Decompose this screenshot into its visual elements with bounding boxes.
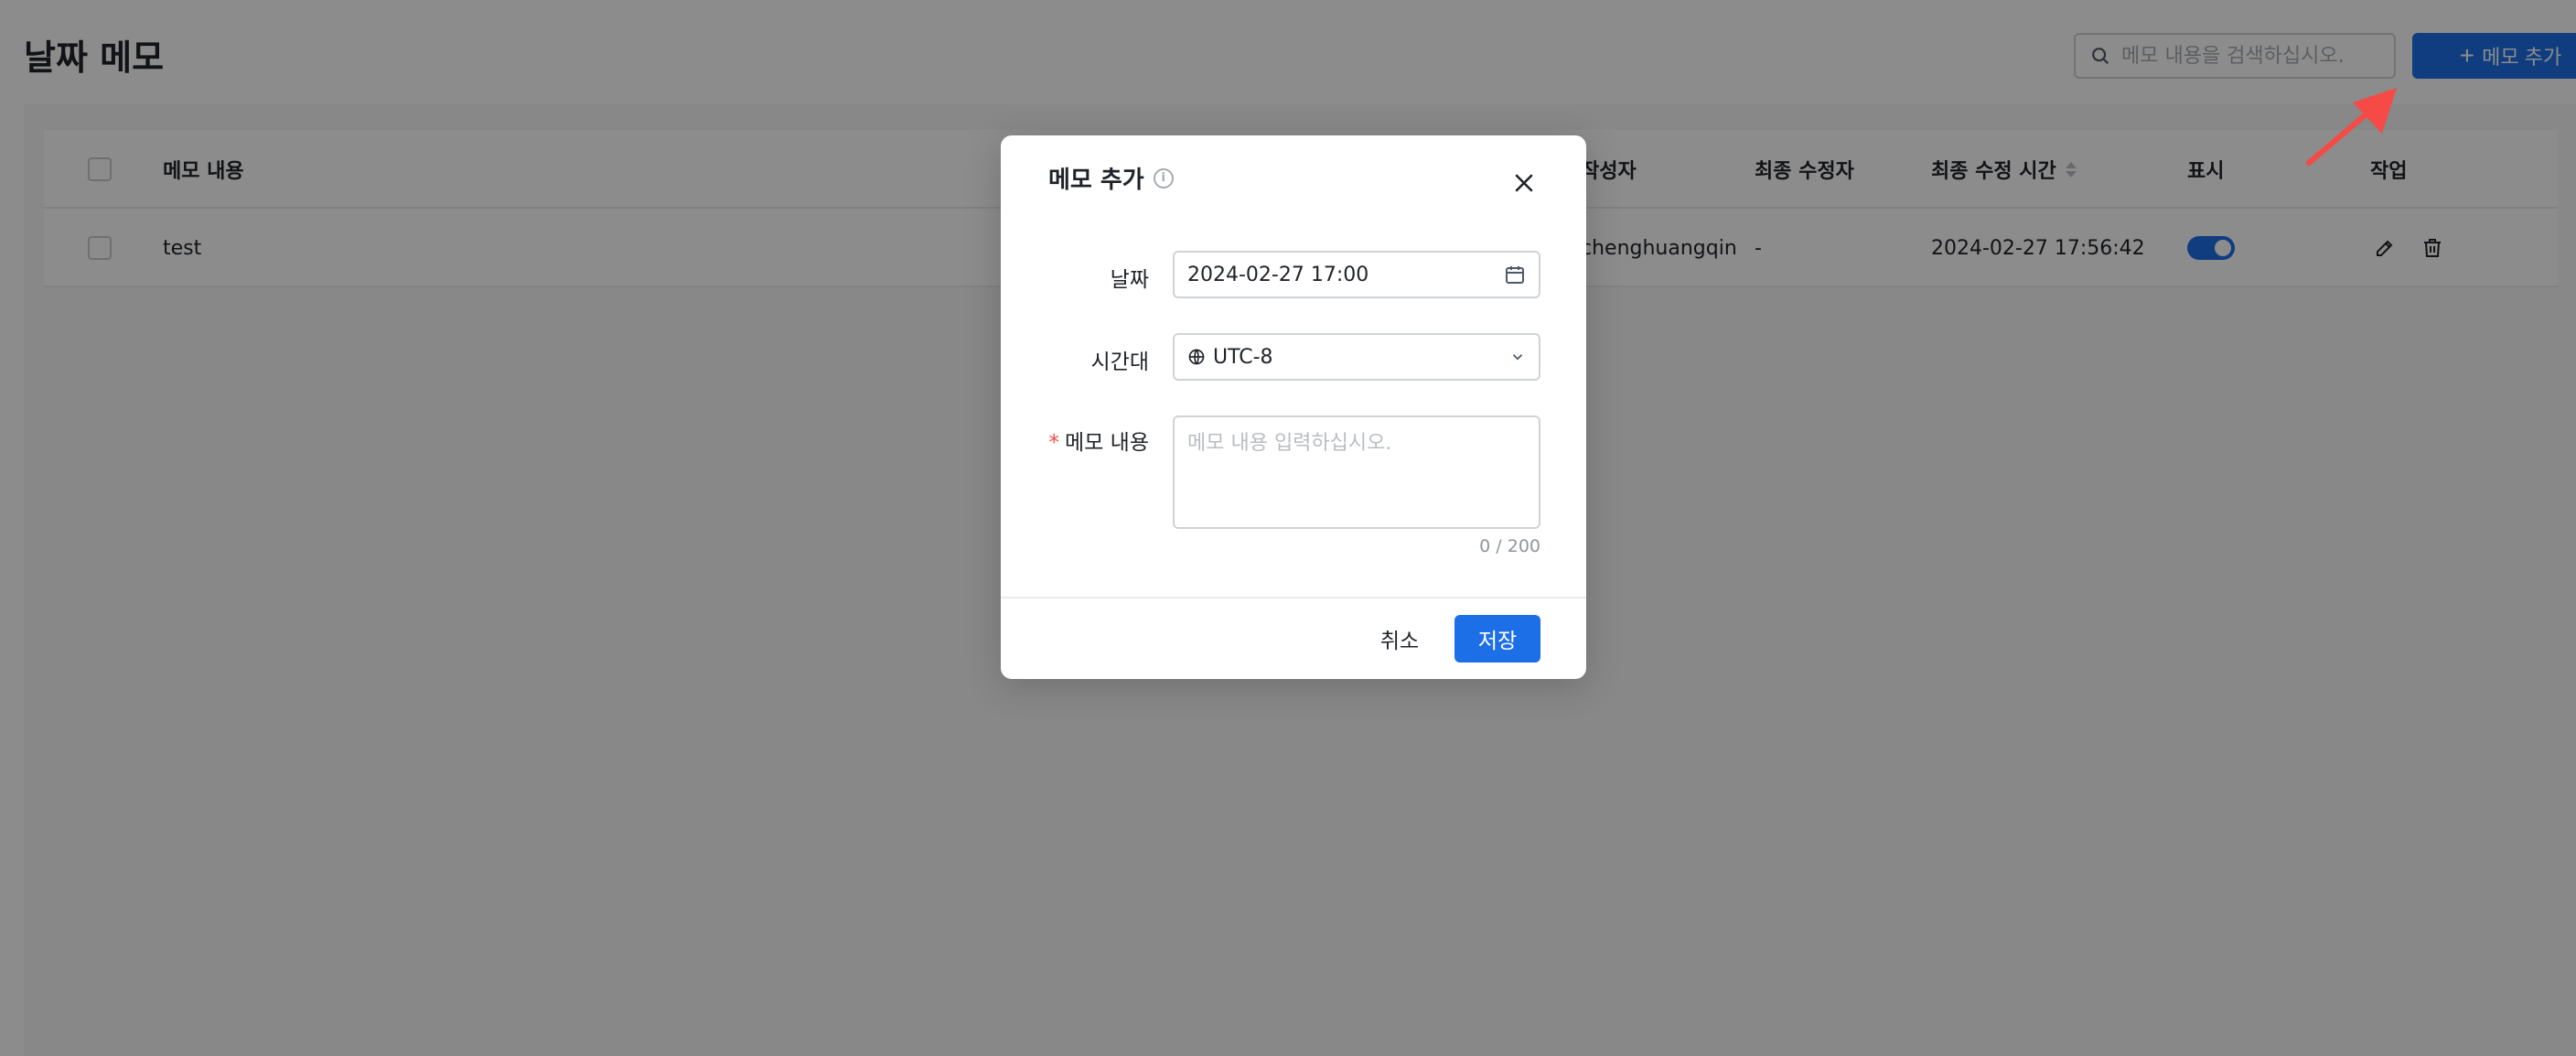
memo-textarea[interactable]: [1187, 426, 1526, 527]
calendar-icon: [1506, 266, 1524, 284]
annotation-arrow-icon: [2306, 88, 2397, 166]
save-button[interactable]: 저장: [1454, 615, 1540, 663]
date-value: 2024-02-27 17:00: [1187, 263, 1369, 286]
required-mark: *: [1048, 431, 1060, 455]
dialog-title-text: 메모 추가: [1048, 167, 1144, 194]
add-memo-dialog: 메모 추가 i 날짜 2024-02-27 17:00 시간대 UTC-8 * 메…: [1001, 135, 1586, 679]
info-icon[interactable]: i: [1153, 167, 1174, 189]
memo-label: * 메모 내용: [1001, 425, 1149, 456]
date-picker[interactable]: 2024-02-27 17:00: [1173, 251, 1540, 298]
memo-char-counter: 0 / 200: [1479, 536, 1540, 556]
dialog-title: 메모 추가 i: [1048, 161, 1174, 195]
chevron-down-icon: [1512, 354, 1523, 361]
close-button[interactable]: [1506, 165, 1542, 201]
cancel-button[interactable]: 취소: [1363, 615, 1436, 663]
dialog-footer-divider: [1001, 597, 1586, 598]
date-label: 날짜: [1110, 268, 1149, 292]
memo-textarea-wrapper: [1173, 415, 1540, 529]
timezone-value: UTC-8: [1213, 345, 1273, 369]
globe-icon: [1188, 349, 1205, 365]
timezone-label: 시간대: [1090, 350, 1149, 374]
timezone-select[interactable]: UTC-8: [1173, 333, 1540, 381]
close-icon: [1515, 174, 1533, 192]
memo-label-text: 메모 내용: [1065, 431, 1149, 455]
